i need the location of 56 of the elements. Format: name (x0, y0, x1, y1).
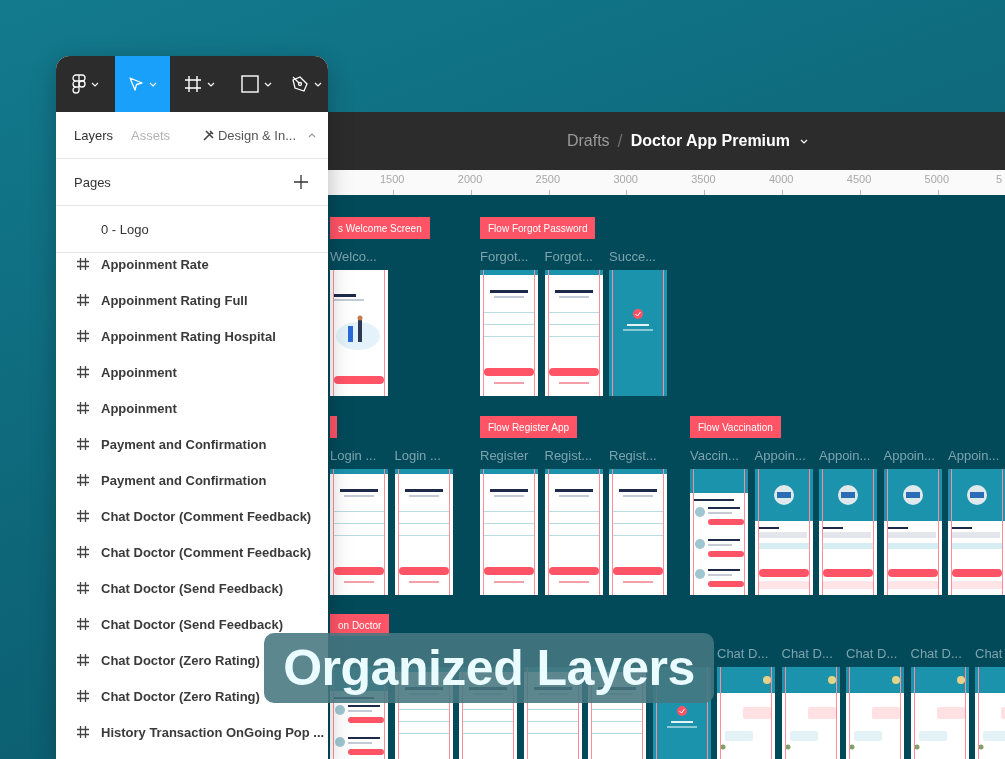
frame-title[interactable]: Succe... (609, 249, 667, 265)
ruler-label: 3500 (691, 173, 716, 185)
frame-title[interactable]: Chat D... (781, 646, 840, 662)
layer-item[interactable]: History Transaction OnGoing Pop ... (101, 724, 325, 740)
frame-title[interactable]: Forgot... (544, 249, 603, 265)
frame-title[interactable]: Login ... (330, 448, 388, 464)
ruler-label: 4000 (769, 173, 794, 185)
panel-tab[interactable]: Layers (74, 127, 114, 143)
layer-item[interactable]: Chat Doctor (Zero Rating) (101, 652, 260, 668)
frame-title[interactable]: Welco... (330, 249, 388, 265)
layer-item[interactable]: Appoinment (101, 364, 177, 380)
file-name-menu[interactable]: Doctor App Premium (630, 132, 809, 150)
frame-title[interactable]: Chat D... (717, 646, 775, 662)
frame-title[interactable]: Chat (975, 646, 1005, 662)
frame-title[interactable]: Appoin... (754, 448, 813, 464)
frame-title[interactable]: Appoin... (883, 448, 942, 464)
frame-title[interactable]: Regist... (609, 448, 667, 464)
layer-item[interactable]: Payment and Confirmation (101, 472, 267, 488)
frame-title[interactable]: Register (480, 448, 538, 464)
frame-title[interactable]: Forgot... (480, 249, 538, 265)
frame-title[interactable]: Appoin... (948, 448, 1005, 464)
section-label: Flow Register App (480, 416, 578, 438)
ruler-label: 2500 (535, 173, 561, 185)
layer-item[interactable]: Appoinment Rating Hospital (101, 328, 276, 344)
page-item[interactable]: 0 - Logo (56, 206, 328, 253)
layer-item[interactable]: Appoinment (101, 400, 177, 416)
section-label: s Welcome Screen (330, 217, 430, 239)
layer-item[interactable]: Appoinment Rating Full (101, 292, 248, 308)
ruler-label: 5 (996, 173, 1003, 185)
frame-title[interactable]: Chat D... (846, 646, 904, 662)
frame-title[interactable]: Chat D... (910, 646, 969, 662)
layer-item[interactable]: Chat Doctor (Send Feedback) (101, 616, 284, 632)
section-label: Flow Vaccination (690, 416, 781, 438)
breadcrumb-folder[interactable]: Drafts (566, 132, 610, 150)
headline-banner: Organized Layers (264, 633, 714, 703)
pages-heading: Pages (74, 174, 111, 190)
plugin-menu[interactable]: Design & In... (202, 127, 316, 143)
layer-item[interactable]: Chat Doctor (Comment Feedback) (101, 508, 312, 524)
frame-title[interactable]: Regist... (544, 448, 603, 464)
layer-item[interactable]: Chat Doctor (Send Feedback) (101, 580, 284, 596)
ruler-label: 5000 (924, 173, 950, 185)
layer-item[interactable]: Chat Doctor (Comment Feedback) (101, 544, 312, 560)
section-label: on Doctor (330, 614, 390, 636)
layer-item[interactable]: Appoinment Rate (101, 256, 209, 272)
frame-title[interactable]: Login ... (394, 448, 453, 464)
section-label: Flow Forgot Password (480, 217, 596, 239)
layer-item[interactable]: Chat Doctor (Zero Rating) (101, 688, 260, 704)
breadcrumb-separator: / (617, 130, 623, 152)
ruler-label: 3000 (613, 173, 638, 185)
layer-item[interactable]: Payment and Confirmation (101, 436, 267, 452)
panel-tab[interactable]: Assets (131, 127, 171, 143)
ruler-label: 2000 (457, 173, 483, 185)
ruler-label: 4500 (846, 173, 872, 185)
frame-title[interactable]: Vaccin... (690, 448, 748, 464)
ruler-label: 1500 (380, 173, 405, 185)
frame-title[interactable]: Appoin... (819, 448, 877, 464)
